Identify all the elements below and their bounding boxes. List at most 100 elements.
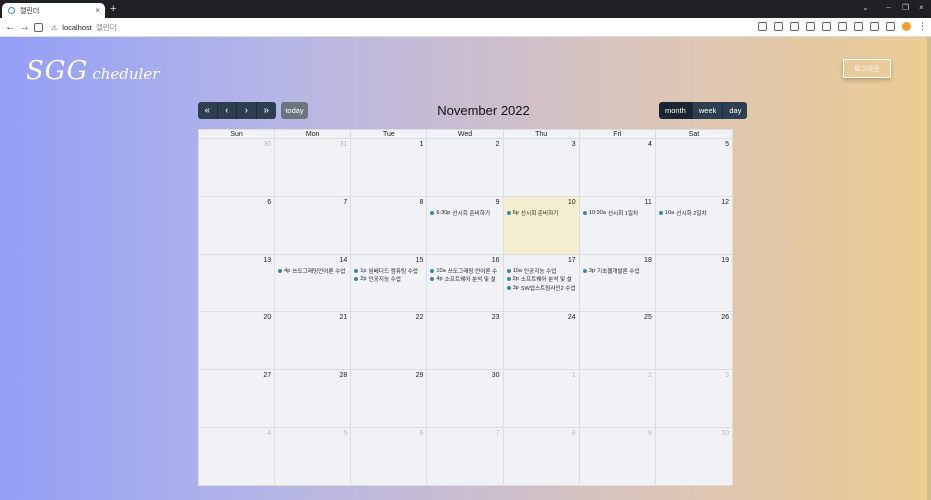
new-tab-button[interactable]: + — [110, 3, 116, 16]
day-number[interactable]: 9 — [648, 430, 652, 437]
day-number[interactable]: 13 — [263, 257, 271, 264]
brand-logo[interactable]: SGG cheduler — [26, 56, 159, 86]
day-cell[interactable]: 28 — [275, 370, 352, 428]
share-icon[interactable] — [758, 22, 767, 31]
day-cell[interactable]: 27 — [199, 370, 276, 428]
day-number[interactable]: 14 — [339, 257, 347, 264]
day-view-button[interactable]: day — [723, 102, 748, 119]
day-number[interactable]: 2 — [496, 141, 500, 148]
day-cell[interactable]: 8 — [504, 428, 580, 486]
day-cell[interactable]: 9 — [580, 428, 656, 486]
day-cell[interactable]: 1 — [504, 370, 580, 428]
day-cell[interactable]: 14 4p 쓰도그래밍언어론 수업 — [275, 254, 352, 312]
day-cell[interactable]: 11 10:30a 선시회 1일차 — [580, 196, 656, 254]
sidebar-icon[interactable] — [870, 22, 879, 31]
home-icon[interactable] — [34, 23, 43, 32]
day-number[interactable]: 1 — [420, 141, 424, 148]
day-cell[interactable]: 16 10a 쓰도그래밍 언어론 수 4p 소프트웨어 분석 및 설 — [427, 254, 504, 312]
calendar-event[interactable]: 10a 선시회 2일차 — [658, 209, 731, 218]
day-cell[interactable]: 17 10a 인공지능 수업 2p 소프트웨어 분석 및 설 3p SW업스트림사인2 수업 — [504, 254, 580, 312]
day-number[interactable]: 6 — [267, 199, 271, 206]
day-number[interactable]: 2 — [648, 372, 652, 379]
day-number[interactable]: 8 — [572, 430, 576, 437]
calendar-event[interactable]: 6p 선시회 준비하기 — [506, 209, 578, 218]
day-number[interactable]: 10 — [568, 199, 576, 206]
day-cell[interactable]: 29 — [351, 370, 428, 428]
day-number[interactable]: 5 — [343, 430, 347, 437]
day-cell[interactable]: 22 — [351, 312, 428, 370]
url-field[interactable]: ⚠ localhost 캘린더 — [51, 22, 117, 33]
day-number[interactable]: 23 — [492, 314, 500, 321]
page-scrollbar[interactable] — [927, 37, 931, 500]
day-number[interactable]: 18 — [644, 257, 652, 264]
forward-button[interactable]: → — [19, 20, 30, 34]
back-button[interactable]: ← — [5, 20, 16, 34]
day-number[interactable]: 19 — [721, 257, 729, 264]
cast-icon[interactable] — [838, 22, 847, 31]
day-number[interactable]: 11 — [645, 199, 652, 206]
refresh-icon[interactable] — [774, 22, 783, 31]
day-cell[interactable]: 12 10a 선시회 2일차 — [656, 197, 732, 254]
day-cell[interactable]: 9 6:30p 선시회 준비하기 — [427, 196, 504, 254]
day-number[interactable]: 4 — [267, 430, 271, 437]
day-cell[interactable]: 30 — [427, 370, 504, 428]
day-number[interactable]: 29 — [416, 372, 424, 379]
day-cell[interactable]: 5 — [275, 428, 352, 486]
day-cell[interactable]: 20 — [199, 312, 276, 370]
day-cell[interactable]: 19 — [656, 255, 732, 312]
day-number[interactable]: 15 — [416, 257, 424, 264]
day-cell[interactable]: 31 — [275, 139, 352, 196]
day-cell-today[interactable]: 10 6p 선시회 준비하기 — [503, 196, 580, 254]
day-cell[interactable]: 7 — [275, 196, 352, 254]
day-cell[interactable]: 6 — [199, 196, 276, 254]
day-number[interactable]: 21 — [339, 314, 347, 321]
day-cell[interactable]: 8 — [351, 196, 428, 254]
browser-tab[interactable]: 캘린더 × — [2, 3, 105, 18]
month-view-button[interactable]: month — [659, 102, 693, 119]
day-number[interactable]: 27 — [263, 372, 271, 379]
calendar-event[interactable]: 10:30a 선시회 1일차 — [582, 209, 654, 218]
browser-menu-icon[interactable]: ⋮ — [918, 22, 927, 31]
day-number[interactable]: 30 — [492, 372, 500, 379]
day-number[interactable]: 7 — [496, 430, 500, 437]
day-number[interactable]: 12 — [721, 199, 729, 206]
day-cell[interactable]: 24 — [504, 312, 580, 370]
day-cell[interactable]: 26 — [656, 312, 732, 369]
day-cell[interactable]: 4 — [580, 139, 656, 196]
extension-icon[interactable] — [806, 22, 815, 31]
calendar-event[interactable]: 3p 기초웹개발론 수업 — [582, 267, 654, 276]
day-number[interactable]: 24 — [568, 314, 576, 321]
day-cell[interactable]: 21 — [275, 312, 352, 370]
tab-search-icon[interactable]: ⌄ — [862, 3, 869, 12]
day-number[interactable]: 26 — [721, 314, 729, 321]
day-number[interactable]: 31 — [339, 141, 347, 148]
day-cell[interactable]: 13 — [199, 254, 276, 312]
day-number[interactable]: 30 — [263, 141, 271, 148]
day-cell[interactable]: 15 1p 임베디드 컴퓨팅 수업 2p 인공지능 수업 — [351, 254, 428, 312]
day-cell[interactable]: 25 — [580, 312, 656, 370]
day-cell[interactable]: 3 — [504, 139, 580, 196]
screenshot-icon[interactable] — [854, 22, 863, 31]
day-number[interactable]: 3 — [725, 372, 729, 379]
day-cell[interactable]: 5 — [656, 139, 732, 196]
day-number[interactable]: 25 — [644, 314, 652, 321]
day-number[interactable]: 9 — [496, 199, 500, 206]
day-cell[interactable]: 18 3p 기초웹개발론 수업 — [580, 254, 656, 312]
day-number[interactable]: 17 — [568, 257, 576, 264]
calendar-event[interactable]: 3p SW업스트림사인2 수업 — [506, 284, 578, 293]
calendar-event[interactable]: 6:30p 선시회 준비하기 — [430, 209, 501, 218]
security-warning-icon[interactable]: ⚠ — [51, 24, 57, 32]
day-number[interactable]: 10 — [721, 430, 729, 437]
day-number[interactable]: 7 — [343, 199, 347, 206]
day-number[interactable]: 8 — [420, 199, 424, 206]
calendar-event[interactable]: 1p 임베디드 컴퓨팅 수업 — [354, 267, 425, 276]
day-cell[interactable]: 30 — [199, 139, 276, 196]
day-cell[interactable]: 2 — [580, 370, 656, 428]
logout-button[interactable]: 로그아웃 — [843, 59, 891, 78]
day-cell[interactable]: 3 — [656, 370, 732, 427]
translate-icon[interactable] — [790, 22, 799, 31]
calendar-event[interactable]: 10a 쓰도그래밍 언어론 수 — [430, 267, 501, 276]
calendar-event[interactable]: 4p 소프트웨어 분석 및 설 — [430, 275, 501, 284]
day-number[interactable]: 5 — [725, 141, 729, 148]
bookmark-icon[interactable] — [886, 22, 895, 31]
